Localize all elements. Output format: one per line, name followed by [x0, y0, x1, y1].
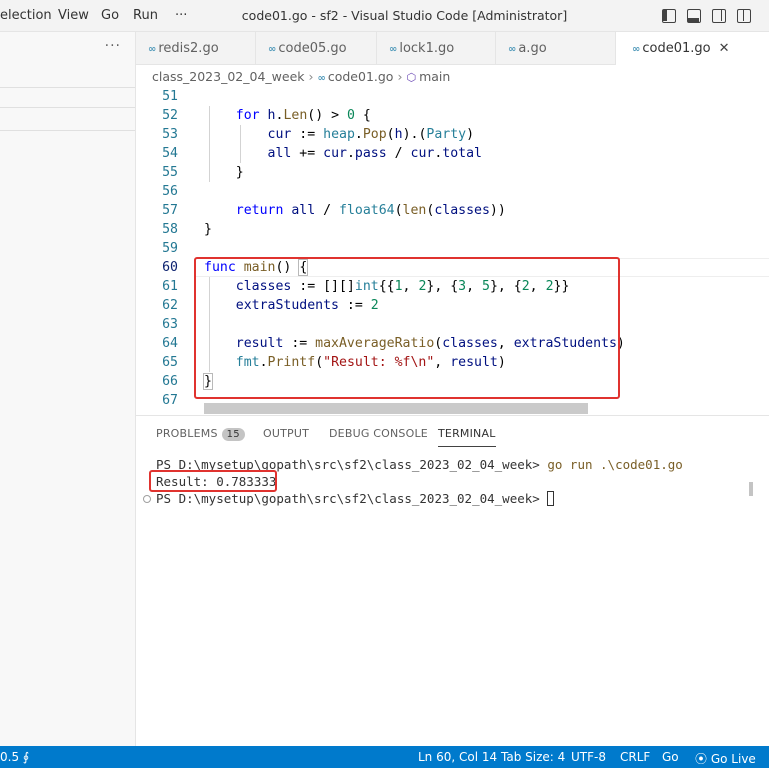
highlight-box-main-function — [194, 257, 620, 399]
status-encoding[interactable]: UTF-8 — [571, 750, 606, 764]
line-number: 54 — [162, 146, 178, 161]
tab-terminal[interactable]: TERMINAL — [438, 427, 496, 447]
go-file-icon: ∞ — [268, 44, 277, 55]
sidebar-more-actions-icon[interactable]: ··· — [105, 38, 121, 54]
line-number: 58 — [162, 222, 178, 237]
tab-label: code05.go — [278, 41, 347, 56]
line-number: 61 — [162, 279, 178, 294]
go-file-icon: ∞ — [148, 44, 157, 55]
line-number: 62 — [162, 298, 178, 313]
code-line: 56 — [136, 182, 769, 201]
code-text: cur := heap.Pop(h).(Party) — [267, 127, 475, 142]
terminal-prompt: PS D:\mysetup\gopath\src\sf2\class_2023_… — [156, 491, 548, 506]
toggle-primary-sidebar-icon[interactable] — [662, 9, 676, 23]
sidebar-divider — [0, 107, 135, 108]
line-number: 57 — [162, 203, 178, 218]
line-number: 56 — [162, 184, 178, 199]
chevron-right-icon: › — [397, 69, 403, 84]
status-language[interactable]: Go — [662, 750, 679, 764]
tab-code01[interactable]: ∞ code01.go ✕ — [616, 32, 769, 66]
breadcrumb: class_2023_02_04_week › ∞ code01.go › ⬡ main — [136, 65, 769, 87]
code-line: 57 return all / float64(len(classes)) — [136, 201, 769, 220]
terminal-command: go run .\code01.go — [547, 457, 683, 472]
code-line: 52 for h.Len() > 0 { — [136, 106, 769, 125]
tab-label: a.go — [518, 41, 547, 56]
editor-tabs: ∞ redis2.go ∞ code05.go ∞ lock1.go ∞ a.go ∞ c… — [136, 32, 769, 66]
go-file-icon: ∞ — [317, 73, 326, 84]
customize-layout-icon[interactable] — [737, 9, 751, 23]
terminal-cursor — [547, 491, 555, 506]
code-text: } — [204, 222, 212, 237]
line-number: 63 — [162, 317, 178, 332]
tab-code05[interactable]: ∞ code05.go — [256, 32, 377, 65]
code-line: 54 all += cur.pass / cur.total — [136, 144, 769, 163]
horizontal-scrollbar[interactable] — [204, 403, 588, 414]
toggle-secondary-sidebar-icon[interactable] — [712, 9, 726, 23]
toggle-panel-icon[interactable] — [687, 9, 701, 23]
code-line: 55 } — [136, 163, 769, 182]
line-number: 65 — [162, 355, 178, 370]
chevron-right-icon: › — [308, 69, 314, 84]
code-text: for h.Len() > 0 { — [235, 108, 371, 123]
line-number: 59 — [162, 241, 178, 256]
tab-a[interactable]: ∞ a.go — [496, 32, 616, 65]
code-text: } — [204, 165, 244, 180]
line-number: 53 — [162, 127, 178, 142]
breadcrumb-file[interactable]: code01.go — [328, 69, 394, 84]
tab-label: TERMINAL — [438, 427, 496, 440]
sidebar-divider — [0, 130, 135, 131]
line-number: 66 — [162, 374, 178, 389]
tab-problems[interactable]: PROBLEMS 15 — [156, 427, 245, 441]
code-line: 59 — [136, 239, 769, 258]
status-bar: 0.5 ∮ Ln 60, Col 14 Tab Size: 4 UTF-8 CR… — [0, 746, 769, 768]
code-text: return all / float64(len(classes)) — [235, 203, 506, 218]
line-number: 64 — [162, 336, 178, 351]
status-cursor-position[interactable]: Ln 60, Col 14 — [418, 750, 497, 764]
status-go-live[interactable]: ⦿ Go Live — [695, 750, 756, 767]
tab-label: redis2.go — [158, 41, 219, 56]
line-number: 55 — [162, 165, 178, 180]
command-decoration-icon — [143, 495, 151, 503]
window-title: code01.go - sf2 - Visual Studio Code [Ad… — [241, 8, 568, 23]
tab-debug-console[interactable]: DEBUG CONSOLE — [329, 427, 428, 440]
highlight-box-result — [149, 470, 277, 492]
line-number: 67 — [162, 393, 178, 408]
sync-icon: ∮ — [22, 750, 30, 764]
terminal-line: PS D:\mysetup\gopath\src\sf2\class_2023_… — [156, 491, 555, 506]
go-file-icon: ∞ — [508, 44, 517, 55]
sidebar-divider — [0, 87, 135, 88]
code-line: 58} — [136, 220, 769, 239]
problems-count-badge: 15 — [221, 428, 245, 441]
go-file-icon: ∞ — [389, 44, 398, 55]
code-line: 51 — [136, 87, 769, 106]
status-version[interactable]: 0.5 ∮ — [0, 750, 29, 764]
function-cube-icon: ⬡ — [406, 71, 417, 84]
tab-redis2[interactable]: ∞ redis2.go — [136, 32, 256, 65]
tab-label: PROBLEMS — [156, 427, 218, 440]
tab-output[interactable]: OUTPUT — [263, 427, 309, 440]
status-eol[interactable]: CRLF — [620, 750, 650, 764]
bottom-panel: PROBLEMS 15 OUTPUT DEBUG CONSOLE TERMINAL… — [136, 415, 769, 746]
code-text: all += cur.pass / cur.total — [267, 146, 482, 161]
broadcast-icon: ⦿ — [695, 752, 708, 766]
tab-label: lock1.go — [399, 41, 455, 56]
line-number: 60 — [162, 260, 178, 275]
code-line: 53 cur := heap.Pop(h).(Party) — [136, 125, 769, 144]
explorer-sidebar: ··· — [0, 32, 136, 746]
terminal-scrollbar[interactable] — [749, 482, 753, 496]
breadcrumb-folder[interactable]: class_2023_02_04_week — [152, 69, 305, 84]
line-number: 52 — [162, 108, 178, 123]
status-tab-size[interactable]: Tab Size: 4 — [501, 750, 565, 764]
tab-lock1[interactable]: ∞ lock1.go — [377, 32, 496, 65]
tab-label: code01.go — [642, 41, 711, 56]
title-bar: election View Go Run ··· code01.go - sf2… — [0, 0, 769, 32]
line-number: 51 — [162, 89, 178, 104]
close-icon[interactable]: ✕ — [719, 41, 730, 56]
breadcrumb-symbol[interactable]: main — [419, 69, 450, 84]
go-file-icon: ∞ — [632, 44, 641, 55]
